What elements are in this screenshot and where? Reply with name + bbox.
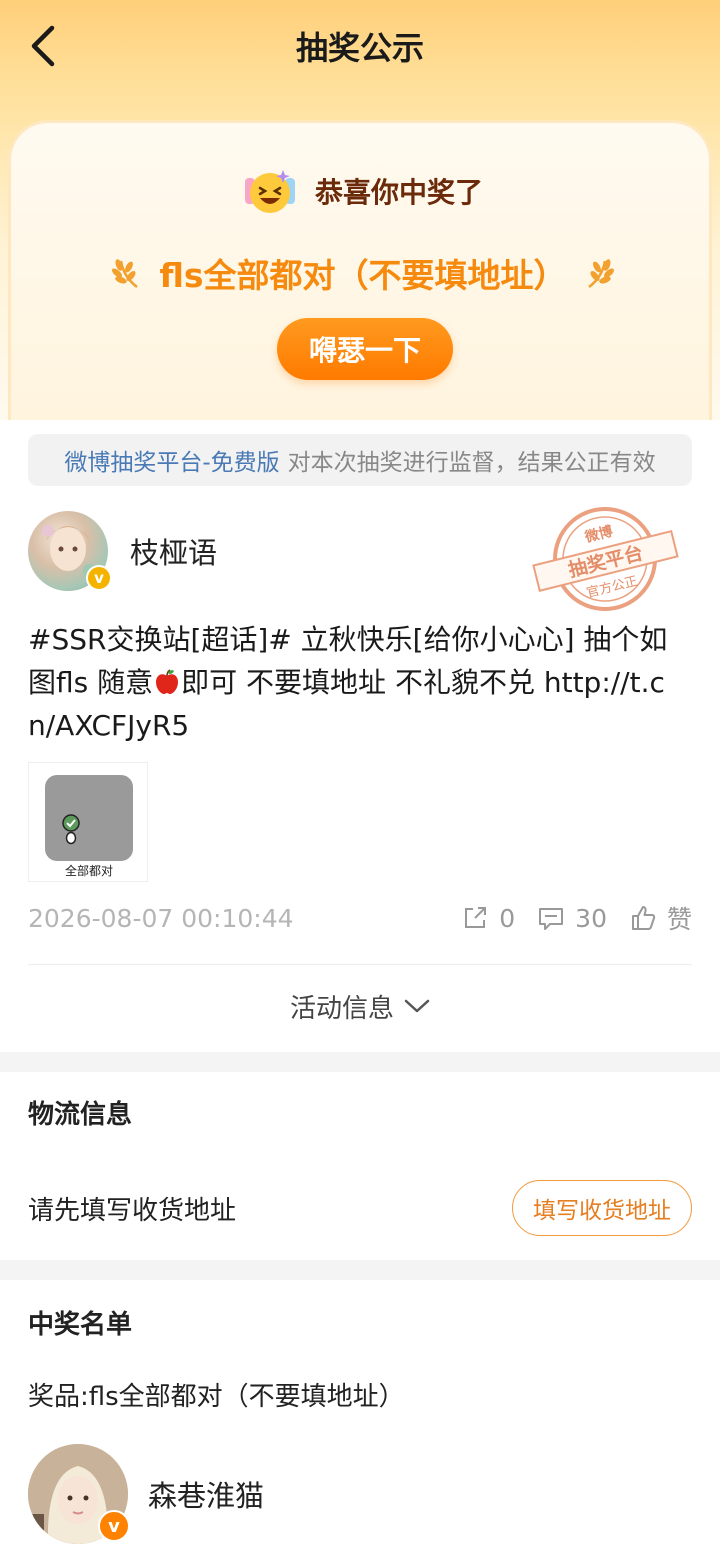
post-image[interactable]: 全部都对 — [28, 762, 148, 882]
wheat-right-icon — [587, 259, 614, 288]
notice-text: 对本次抽奖进行监督，结果公正有效 — [287, 450, 656, 476]
activity-info-label: 活动信息 — [289, 993, 394, 1024]
prize-card: 恭喜你中奖了 fls全部都对（不要填地址） 嘚瑟一下 — [8, 120, 712, 420]
comment-button[interactable]: 30 — [537, 904, 607, 933]
winner-row[interactable]: v 森巷淮猫 — [28, 1444, 692, 1544]
congrats-text: 恭喜你中奖了 — [314, 176, 483, 209]
author-avatar-wrap[interactable]: v — [28, 511, 112, 591]
post-text: #SSR交换站[超话]# 立秋快乐[给你小心心] 抽个如图fls 随意 即可 不… — [28, 618, 692, 747]
apple-emoji-icon — [156, 669, 179, 694]
laughing-emoji-icon — [244, 170, 295, 213]
logistics-title: 物流信息 — [28, 1100, 133, 1130]
page-title: 抽奖公示 — [295, 29, 424, 67]
winners-prize-line: 奖品:fls全部都对（不要填地址） — [28, 1382, 405, 1412]
winner-avatar-wrap[interactable]: v — [28, 1444, 130, 1544]
stamp-top-text: 微博 — [582, 523, 614, 547]
share-icon — [465, 907, 487, 928]
like-label: 赞 — [666, 905, 692, 934]
divider — [28, 964, 692, 965]
like-button[interactable]: 赞 — [629, 900, 692, 936]
section-separator — [0, 1052, 720, 1072]
winner-name[interactable]: 森巷淮猫 — [148, 1473, 264, 1515]
activity-info-toggle[interactable]: 活动信息 — [0, 986, 720, 1026]
congrats-row: 恭喜你中奖了 — [11, 163, 715, 219]
official-lottery-stamp: 微博 抽奖平台 官方公正 — [532, 507, 679, 611]
thumbs-up-icon — [631, 906, 656, 930]
brag-button[interactable]: 嘚瑟一下 — [277, 318, 453, 380]
wheat-left-icon — [112, 259, 139, 288]
comment-count: 30 — [575, 903, 607, 933]
supervision-notice: 微博抽奖平台-免费版 对本次抽奖进行监督，结果公正有效 — [28, 434, 692, 486]
fill-address-button[interactable]: 填写收货地址 — [512, 1180, 692, 1236]
post-meta-row: 2026-08-07 00:10:44 0 30 赞 — [28, 898, 692, 938]
back-button[interactable] — [22, 22, 62, 70]
repost-button[interactable]: 0 — [461, 904, 515, 933]
verified-badge-icon: v — [98, 1510, 130, 1542]
prize-title: fls全部都对（不要填地址） — [159, 256, 567, 295]
author-name[interactable]: 枝桠语 — [130, 530, 217, 572]
comment-icon — [539, 908, 564, 930]
post-image-caption: 全部都对 — [64, 864, 113, 878]
chevron-down-icon — [404, 999, 430, 1013]
platform-link[interactable]: 微博抽奖平台-免费版 — [64, 443, 279, 477]
prize-title-row: fls全部都对（不要填地址） — [11, 243, 715, 303]
nav-bar: 抽奖公示 — [0, 0, 720, 92]
repost-count: 0 — [499, 903, 516, 933]
section-separator — [0, 1260, 720, 1280]
logistics-hint: 请先填写收货地址 — [28, 1196, 237, 1226]
verified-badge-icon: v — [86, 565, 112, 591]
chevron-left-icon — [31, 25, 55, 67]
check-pin-icon — [62, 814, 80, 845]
post-timestamp: 2026-08-07 00:10:44 — [28, 903, 294, 933]
post-image-placeholder — [45, 775, 133, 861]
winners-title: 中奖名单 — [28, 1310, 133, 1340]
